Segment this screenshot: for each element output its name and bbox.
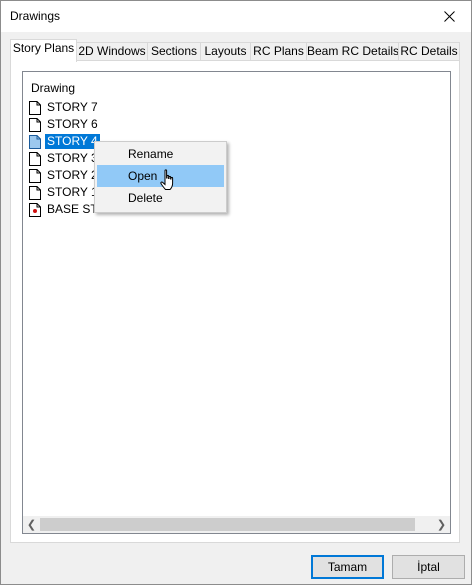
menu-item-label: Open xyxy=(128,169,158,183)
menu-item-label: Rename xyxy=(128,147,174,161)
tree-item-label: STORY 6 xyxy=(47,117,98,131)
horizontal-scrollbar[interactable]: ❮ ❯ xyxy=(23,516,450,533)
tree-item-story-1[interactable]: STORY 1 xyxy=(29,184,100,201)
document-icon xyxy=(29,168,41,183)
document-icon xyxy=(29,117,41,132)
tab-sections[interactable]: Sections xyxy=(147,42,201,61)
document-icon xyxy=(29,185,41,200)
hand-cursor-icon xyxy=(160,169,176,194)
tab-panel: Drawing STORY 7 STORY 6 STORY 4 STORY 3 … xyxy=(10,60,460,543)
tree-item-story-6[interactable]: STORY 6 xyxy=(29,116,100,133)
tab-layouts[interactable]: Layouts xyxy=(200,42,251,61)
document-icon xyxy=(29,100,41,115)
tree-item-label: STORY 4 xyxy=(45,134,100,149)
window-title: Drawings xyxy=(10,9,61,23)
tree-item-label: STORY 1 xyxy=(47,185,98,199)
tab-rc-details[interactable]: RC Details xyxy=(398,42,460,61)
tree-item-story-7[interactable]: STORY 7 xyxy=(29,99,100,116)
document-icon xyxy=(29,134,41,149)
title-bar: Drawings xyxy=(1,1,471,32)
tab-beam-rc-details[interactable]: Beam RC Details xyxy=(306,42,399,61)
tree-item-story-2[interactable]: STORY 2 xyxy=(29,167,100,184)
tab-story-plans[interactable]: Story Plans xyxy=(10,39,77,62)
scrollbar-thumb[interactable] xyxy=(40,518,415,531)
tree-item-label: STORY 7 xyxy=(47,100,98,114)
tab-rc-plans[interactable]: RC Plans xyxy=(250,42,307,61)
scroll-left-icon[interactable]: ❮ xyxy=(23,516,40,533)
base-story-icon xyxy=(29,202,41,217)
tree-item-story-4[interactable]: STORY 4 xyxy=(29,133,100,150)
tab-2d-windows[interactable]: 2D Windows xyxy=(76,42,148,61)
drawings-dialog: Drawings Story Plans 2D Windows Sections… xyxy=(0,0,472,585)
document-icon xyxy=(29,151,41,166)
tree-item-label: STORY 2 xyxy=(47,168,98,182)
scroll-right-icon[interactable]: ❯ xyxy=(433,516,450,533)
close-icon[interactable] xyxy=(436,6,462,26)
tree-item-story-3[interactable]: STORY 3 xyxy=(29,150,100,167)
tree-header: Drawing xyxy=(31,81,76,95)
menu-item-rename[interactable]: Rename xyxy=(97,143,224,165)
cancel-button[interactable]: İptal xyxy=(392,555,465,579)
drawing-tree[interactable]: Drawing STORY 7 STORY 6 STORY 4 STORY 3 … xyxy=(22,71,451,534)
menu-item-label: Delete xyxy=(128,191,163,205)
ok-button[interactable]: Tamam xyxy=(311,555,384,579)
tree-item-label: STORY 3 xyxy=(47,151,98,165)
